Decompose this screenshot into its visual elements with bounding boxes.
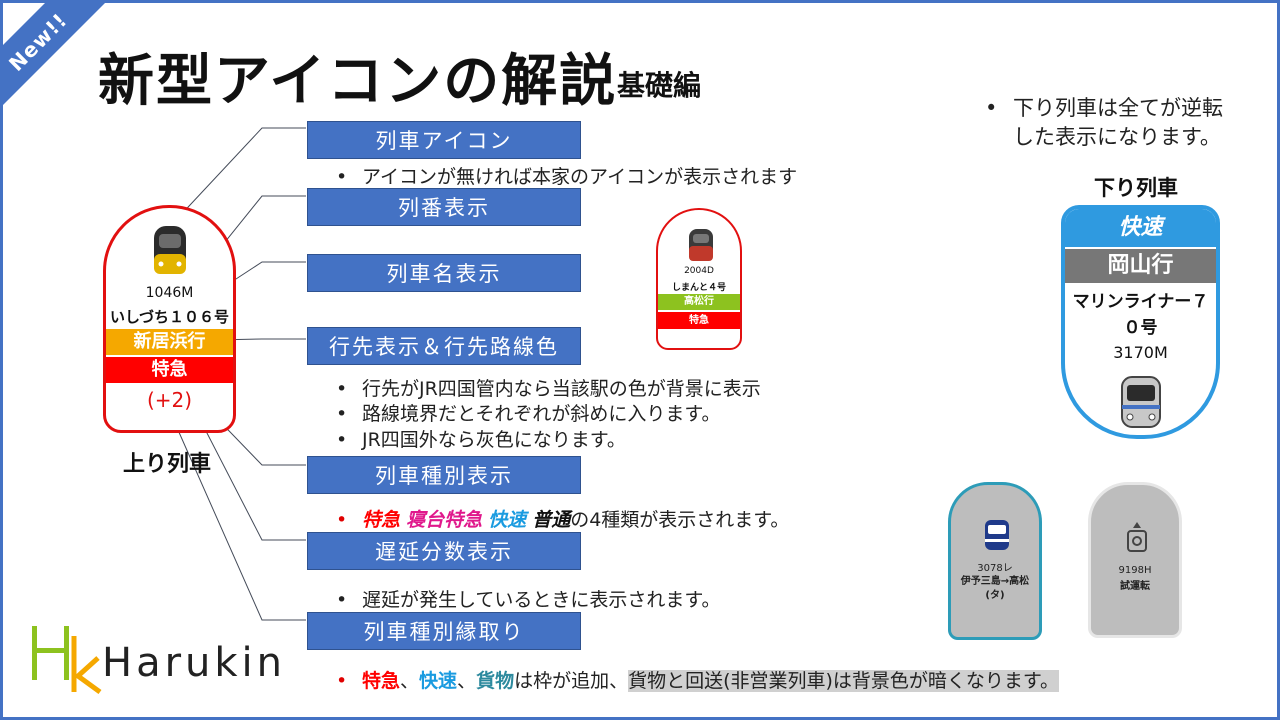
train-number: 3170M [1113,343,1168,362]
slide: New!! 新型アイコンの解説 基礎編 列車アイコン 列番表示 列車名表示 行先… [0,0,1280,720]
box-train-number: 列番表示 [307,188,581,226]
icon-small-train: 2004D しまんと４号 高松行 特急 [656,208,742,350]
bullet: • [336,403,348,425]
down-note: • 下り列車は全てが逆転 した表示になります。 [985,94,1223,152]
train-name-line2: (タ) [985,590,1005,601]
icon-down-train: 快速 岡山行 マリンライナー７ ０号 3170M [1061,205,1220,439]
train-number: 3078レ [977,563,1013,574]
border-sep2: 、 [457,670,477,692]
border-ltd: 特急 [362,670,401,692]
down-note-line1-text: 下り列車は全てが逆転 [1013,96,1223,120]
train-type-label: 特急 [106,357,233,383]
note-dest-1: • 行先がJR四国管内なら当該駅の色が背景に表示 [336,374,761,401]
delay-label: (+2) [146,388,193,412]
note-border: • 特急、快速、貨物は枠が追加、貨物と回送(非営業列車)は背景色が暗くなります。 [336,666,1060,693]
type-rest: の4種類が表示されます。 [570,509,790,531]
bullet: • [336,378,348,400]
note-dest-2-text: 路線境界だとそれぞれが斜めに入ります。 [362,403,721,425]
note-dest-1-text: 行先がJR四国管内なら当該駅の色が背景に表示 [362,378,761,400]
train-number: 1046M [145,285,194,301]
note-dest-3-text: JR四国外なら灰色になります。 [362,429,626,451]
note-dest-3: • JR四国外なら灰色になります。 [336,425,626,452]
destination-label: 新居浜行 [106,329,233,355]
destination-label: 高松行 [658,294,740,310]
icon-up-train: 1046M いしづち１０６号 新居浜行 特急 (+2) [103,205,236,433]
train-type-label: 特急 [658,312,740,329]
type-rapid: 快速 [488,509,527,531]
box-train-name: 列車名表示 [307,254,581,292]
border-rapid: 快速 [419,670,458,692]
box-train-type: 列車種別表示 [307,456,581,494]
bullet: • [336,589,348,611]
note-type: • 特急 寝台特急 快速 普通の4種類が表示されます。 [336,505,789,532]
signal-icon [1127,522,1147,552]
train-icon [985,520,1009,550]
note-dest-2: • 路線境界だとそれぞれが斜めに入ります。 [336,399,721,426]
train-name-line2: ０号 [1123,318,1158,338]
bullet: • [336,429,348,451]
bullet: • [336,509,348,531]
bullet: • [336,166,348,188]
train-name-line1: 伊予三島→高松 [960,576,1030,587]
box-train-icon: 列車アイコン [307,121,581,159]
train-name: しまんと４号 [671,283,726,293]
border-freight: 貨物 [476,670,515,692]
train-name: 試運転 [1120,581,1150,592]
type-sleeper: 寝台特急 [406,509,483,531]
train-name: いしづち１０６号 [109,308,230,326]
box-type-border: 列車種別縁取り [307,612,581,650]
note-icon: • アイコンが無ければ本家のアイコンが表示されます [336,162,797,189]
destination-label: 岡山行 [1065,249,1216,283]
train-icon [1121,376,1161,428]
bullet: • [985,96,998,120]
up-train-label: 上り列車 [123,452,212,477]
icon-freight-train: 3078レ 伊予三島→高松 (タ) [948,482,1042,640]
border-highlight: 貨物と回送(非営業列車)は背景色が暗くなります。 [628,670,1060,692]
bullet: • [336,670,348,692]
train-type-label: 快速 [1065,209,1216,247]
train-icon [154,226,186,274]
train-name: マリンライナー７ ０号 [1065,289,1216,341]
train-icon [689,229,713,261]
icon-test-run-train: 9198H 試運転 [1088,482,1182,638]
box-destination: 行先表示＆行先路線色 [307,327,581,365]
train-name: 伊予三島→高松 (タ) [951,575,1039,603]
down-note-line2: した表示になります。 [1013,125,1221,149]
logo-text: Harukin [102,640,287,686]
type-local: 普通 [532,509,571,531]
down-note-line1: • 下り列車は全てが逆転 [985,94,1223,123]
border-sep1: 、 [400,670,420,692]
train-number: 9198H [1118,565,1152,576]
note-delay-text: 遅延が発生しているときに表示されます。 [362,589,721,611]
type-ltd: 特急 [362,509,401,531]
train-name-line1: マリンライナー７ [1072,292,1209,312]
note-icon-text: アイコンが無ければ本家のアイコンが表示されます [362,166,798,188]
note-delay: • 遅延が発生しているときに表示されます。 [336,585,721,612]
box-delay: 遅延分数表示 [307,532,581,570]
train-number: 2004D [684,266,714,276]
border-mid: は枠が追加、 [514,670,629,692]
down-train-label: 下り列車 [1094,176,1178,200]
